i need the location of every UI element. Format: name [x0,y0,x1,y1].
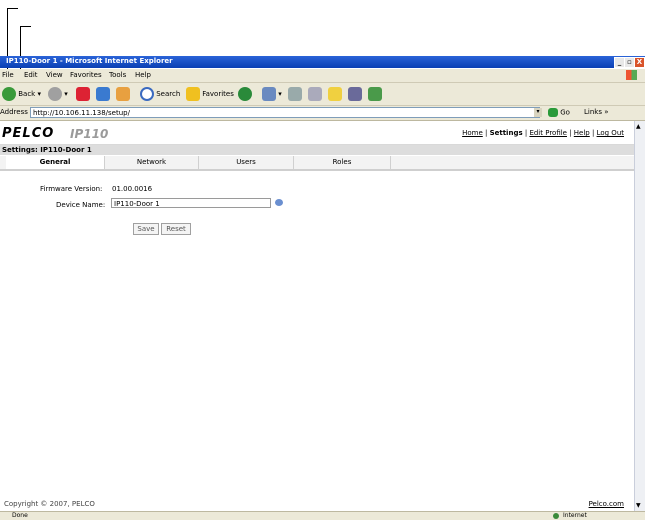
copyright-text: Copyright © 2007, PELCO [4,500,95,508]
forward-button[interactable]: ▾ [48,86,68,102]
pelco-link[interactable]: Pelco.com [589,500,624,508]
go-button[interactable]: Go [548,108,570,117]
menu-favorites[interactable]: Favorites [70,71,102,79]
vertical-scrollbar[interactable]: ▲ ▼ [634,121,645,511]
internet-zone-icon [553,513,559,519]
info-icon[interactable] [275,199,283,206]
menu-view[interactable]: View [46,71,63,79]
back-button[interactable]: Back ▾ [2,86,41,102]
edit-icon [308,87,322,101]
menu-edit[interactable]: Edit [24,71,38,79]
back-arrow-icon [2,87,16,101]
forward-arrow-icon [48,87,62,101]
pelco-logo: PELCO [2,126,55,141]
address-bar: Address http://10.106.11.138/setup/ ▾ Go… [0,106,645,121]
page-footer: Copyright © 2007, PELCO Pelco.com [0,498,634,510]
menu-tools[interactable]: Tools [109,71,126,79]
favorites-label: Favorites [202,90,234,98]
discuss-icon [328,87,342,101]
site-header: PELCO IP110 Home | Settings | Edit Profi… [0,122,634,145]
edit-button[interactable] [308,86,322,102]
refresh-icon [96,87,110,101]
star-icon [186,87,200,101]
tab-network[interactable]: Network [105,156,199,169]
close-button[interactable]: X [634,57,645,68]
window-title-bar: IP110-Door 1 - Microsoft Internet Explor… [0,56,645,68]
print-icon [288,87,302,101]
mail-icon [262,87,276,101]
scroll-up-arrow-icon[interactable]: ▲ [636,123,641,130]
discuss-button[interactable] [328,86,342,102]
device-name-input[interactable]: IP110-Door 1 [111,198,271,208]
address-url: http://10.106.11.138/setup/ [33,109,130,117]
settings-title-bar: Settings: IP110-Door 1 [0,145,634,155]
messenger-button[interactable] [368,86,382,102]
window-title: IP110-Door 1 - Microsoft Internet Explor… [6,57,173,65]
history-icon [238,87,252,101]
menu-bar: File Edit View Favorites Tools Help [0,69,645,83]
address-label: Address [0,108,28,116]
status-text: Done [12,512,28,519]
search-button[interactable]: Search [140,86,180,102]
messenger-icon [368,87,382,101]
device-name-label: Device Name: [56,201,106,209]
address-dropdown-button[interactable]: ▾ [534,108,542,117]
callout-line-outer-top [7,8,18,9]
mail-button[interactable]: ▾ [262,86,282,102]
menu-help[interactable]: Help [135,71,151,79]
home-button[interactable] [116,86,130,102]
tab-general[interactable]: General [6,156,105,169]
search-label: Search [156,90,181,98]
nav-logout-link[interactable]: Log Out [597,129,624,137]
links-label: Links [584,108,602,116]
firmware-version-label: Firmware Version: [40,185,103,193]
back-label: Back [18,90,36,98]
search-icon [140,87,154,101]
windows-logo-icon [626,70,637,80]
print-button[interactable] [288,86,302,102]
reset-button[interactable]: Reset [161,223,191,235]
zone-text: Internet [563,512,587,519]
toolbar: Back ▾ ▾ Search Favorites ▾ [0,83,645,106]
menu-file[interactable]: File [2,71,14,79]
settings-tabs: General Network Users Roles [0,156,634,171]
nav-help-link[interactable]: Help [574,129,590,137]
settings-title: Settings: IP110-Door 1 [2,146,92,154]
stop-button[interactable] [76,86,90,102]
links-button[interactable]: Links » [584,108,609,116]
go-arrow-icon [548,108,558,117]
firmware-version-value: 01.00.0016 [112,185,153,193]
refresh-button[interactable] [96,86,110,102]
save-button[interactable]: Save [133,223,159,235]
stop-icon [76,87,90,101]
nav-settings[interactable]: Settings [490,129,523,137]
scroll-down-arrow-icon[interactable]: ▼ [636,502,641,509]
address-input[interactable]: http://10.106.11.138/setup/ [30,107,540,118]
callout-line-inner-top [20,26,31,27]
model-name: IP110 [70,127,109,141]
nav-home-link[interactable]: Home [462,129,483,137]
page-content [0,121,634,511]
favorites-button[interactable]: Favorites [186,86,234,102]
go-label: Go [560,108,570,117]
history-button[interactable] [238,86,252,102]
home-icon [116,87,130,101]
tab-users[interactable]: Users [199,156,294,169]
device-name-value: IP110-Door 1 [114,200,160,208]
nav-edit-profile-link[interactable]: Edit Profile [529,129,567,137]
research-button[interactable] [348,86,362,102]
research-icon [348,87,362,101]
tab-roles[interactable]: Roles [294,156,391,169]
top-navigation: Home | Settings | Edit Profile | Help | … [462,129,624,137]
